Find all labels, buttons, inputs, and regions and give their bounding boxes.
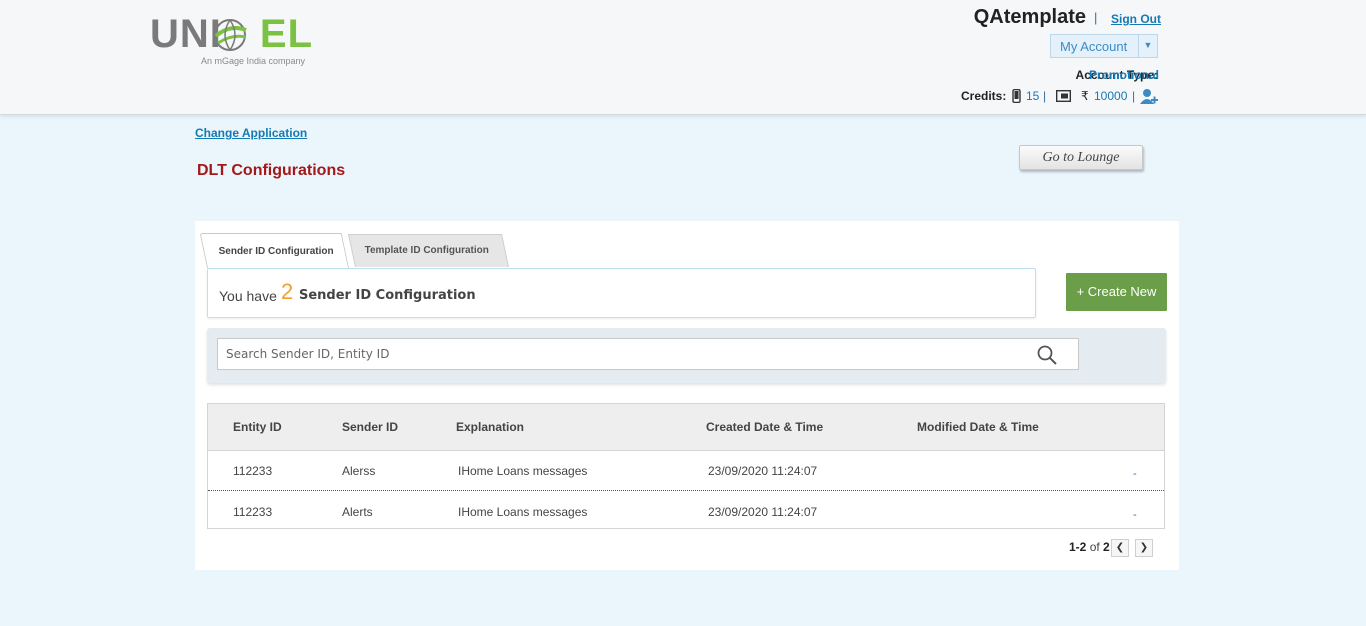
- cell-entity-id: 112233: [233, 505, 273, 519]
- summary-prefix: You have: [219, 288, 277, 304]
- cell-created: 23/09/2020 11:24:07: [708, 505, 818, 519]
- cell-sender-id: Alerts: [342, 505, 373, 519]
- cell-sender-id: Alerss: [342, 464, 376, 478]
- wallet-credits[interactable]: 10000: [1094, 89, 1127, 103]
- tab-sender-id-configuration[interactable]: Sender ID Configuration: [199, 233, 349, 268]
- row-action[interactable]: -: [1133, 509, 1137, 521]
- tab-label: Template ID Configuration: [364, 245, 489, 256]
- cell-entity-id: 112233: [233, 464, 273, 478]
- prev-page-icon[interactable]: ❮: [1111, 539, 1129, 557]
- unicel-logo[interactable]: UNI EL An mGage India company: [150, 10, 320, 70]
- go-to-lounge-button[interactable]: Go to Lounge: [1019, 145, 1143, 170]
- account-type-value: Promotional: [1089, 68, 1160, 82]
- logo-tagline: An mGage India company: [201, 56, 306, 66]
- column-header-entity-id[interactable]: Entity ID: [233, 420, 282, 434]
- my-account-label: My Account: [1060, 39, 1128, 54]
- mobile-icon: [1012, 89, 1021, 103]
- table-row[interactable]: 112233 Alerss IHome Loans messages 23/09…: [208, 450, 1164, 491]
- row-action[interactable]: -: [1133, 468, 1137, 480]
- sign-out-link[interactable]: Sign Out: [1111, 12, 1161, 26]
- summary-box: You have 2 Sender ID Configuration: [207, 268, 1036, 318]
- dlt-config-panel: Template ID Configuration Sender ID Conf…: [195, 221, 1179, 570]
- credits-separator-1: |: [1043, 89, 1047, 103]
- next-page-icon[interactable]: ❯: [1135, 539, 1153, 557]
- cell-explanation: IHome Loans messages: [458, 464, 588, 478]
- change-application-link[interactable]: Change Application: [195, 126, 307, 140]
- search-bar: [207, 328, 1166, 383]
- column-header-explanation[interactable]: Explanation: [456, 420, 524, 434]
- search-input[interactable]: [217, 338, 1079, 370]
- caret-down-icon[interactable]: ▼: [1138, 35, 1157, 57]
- header-separator: |: [1094, 10, 1098, 25]
- sender-id-table: Entity ID Sender ID Explanation Created …: [207, 403, 1165, 529]
- wallet-icon: [1056, 90, 1071, 102]
- pagination-text: 1-2 of 2: [1069, 540, 1110, 554]
- summary-suffix: Sender ID Configuration: [299, 288, 476, 303]
- summary-count: 2: [281, 279, 294, 304]
- top-header: UNI EL An mGage India company QAtemplate …: [0, 0, 1366, 115]
- table-header: Entity ID Sender ID Explanation Created …: [208, 404, 1164, 451]
- logo-text-right: EL: [259, 12, 314, 56]
- page-title: DLT Configurations: [197, 162, 346, 179]
- logo-globe-icon: [214, 19, 247, 51]
- cell-created: 23/09/2020 11:24:07: [708, 464, 818, 478]
- column-header-created[interactable]: Created Date & Time: [706, 420, 823, 434]
- tab-template-id-configuration[interactable]: Template ID Configuration: [347, 234, 509, 267]
- create-new-button[interactable]: + Create New: [1066, 273, 1167, 311]
- credits-separator-2: |: [1132, 89, 1136, 103]
- cell-explanation: IHome Loans messages: [458, 505, 588, 519]
- add-user-icon[interactable]: [1140, 88, 1158, 105]
- rupee-icon: ₹: [1081, 89, 1089, 103]
- user-name: QAtemplate: [973, 6, 1086, 28]
- my-account-dropdown[interactable]: My Account ▼: [1050, 34, 1158, 58]
- pagination-of: of: [1089, 540, 1100, 554]
- table-row[interactable]: 112233 Alerts IHome Loans messages 23/09…: [208, 491, 1164, 531]
- credits-label: Credits:: [961, 89, 1007, 103]
- column-header-modified[interactable]: Modified Date & Time: [917, 420, 1039, 434]
- sms-credits[interactable]: 15: [1026, 89, 1039, 103]
- tab-label: Sender ID Configuration: [218, 246, 334, 257]
- column-header-sender-id[interactable]: Sender ID: [342, 420, 398, 434]
- search-icon[interactable]: [1037, 345, 1057, 365]
- pagination-total: 2: [1103, 540, 1110, 554]
- pagination-range: 1-2: [1069, 540, 1087, 554]
